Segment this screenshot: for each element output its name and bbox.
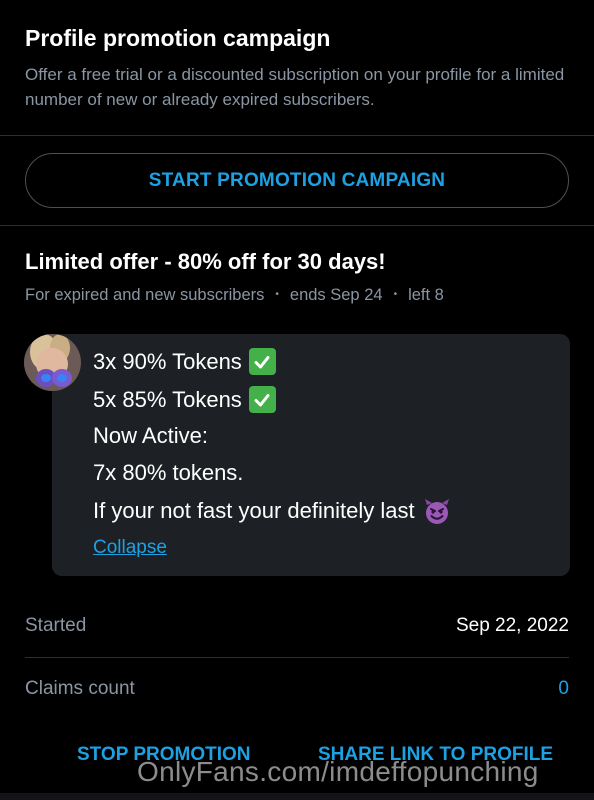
claims-count-value[interactable]: 0: [558, 678, 569, 700]
message-line-text: 3x 90% Tokens: [93, 348, 242, 374]
start-promotion-campaign-label: START PROMOTION CAMPAIGN: [148, 169, 446, 191]
campaign-header: Profile promotion campaign Offer a free …: [0, 0, 594, 136]
claims-count-label: Claims count: [25, 678, 135, 699]
avatar-image: [24, 334, 81, 391]
started-value: Sep 22, 2022: [455, 615, 569, 636]
message-line: If your not fast your definitely last: [93, 497, 451, 525]
offer-ends: ends Sep 24: [289, 286, 383, 304]
campaign-title: Profile promotion campaign: [25, 25, 331, 51]
message-line-text: 7x 80% tokens.: [93, 460, 244, 485]
collapse-link[interactable]: Collapse: [93, 537, 167, 559]
offer-meta: For expired and new subscribers • ends S…: [25, 286, 444, 305]
message-line-text: Now Active:: [93, 423, 208, 448]
offer-audience: For expired and new subscribers: [25, 286, 265, 304]
divider: [25, 657, 569, 658]
message-line: Now Active:: [93, 423, 208, 449]
meta-separator: •: [393, 289, 398, 300]
message-line: 3x 90% Tokens: [93, 348, 276, 375]
bottom-strip: [0, 793, 594, 800]
offer-left: left 8: [408, 286, 444, 304]
start-promotion-campaign-button[interactable]: START PROMOTION CAMPAIGN: [25, 153, 569, 208]
check-mark-button-icon: [248, 386, 276, 413]
started-label: Started: [25, 615, 87, 636]
campaign-description: Offer a free trial or a discounted subsc…: [25, 65, 565, 109]
message-line-text: If your not fast your definitely last: [93, 498, 415, 523]
meta-separator: •: [275, 289, 279, 300]
offer-title: Limited offer - 80% off for 30 days!: [25, 249, 386, 274]
watermark: OnlyFans.com/imdeffopunching: [137, 756, 539, 787]
message-line-text: 5x 85% Tokens: [93, 386, 242, 412]
smiling-devil-icon: [423, 497, 451, 525]
check-mark-button-icon: [248, 348, 276, 375]
message-line: 5x 85% Tokens: [93, 386, 276, 413]
avatar[interactable]: [24, 334, 81, 391]
divider: [0, 225, 594, 226]
message-line: 7x 80% tokens.: [93, 460, 243, 486]
divider: [0, 135, 594, 136]
